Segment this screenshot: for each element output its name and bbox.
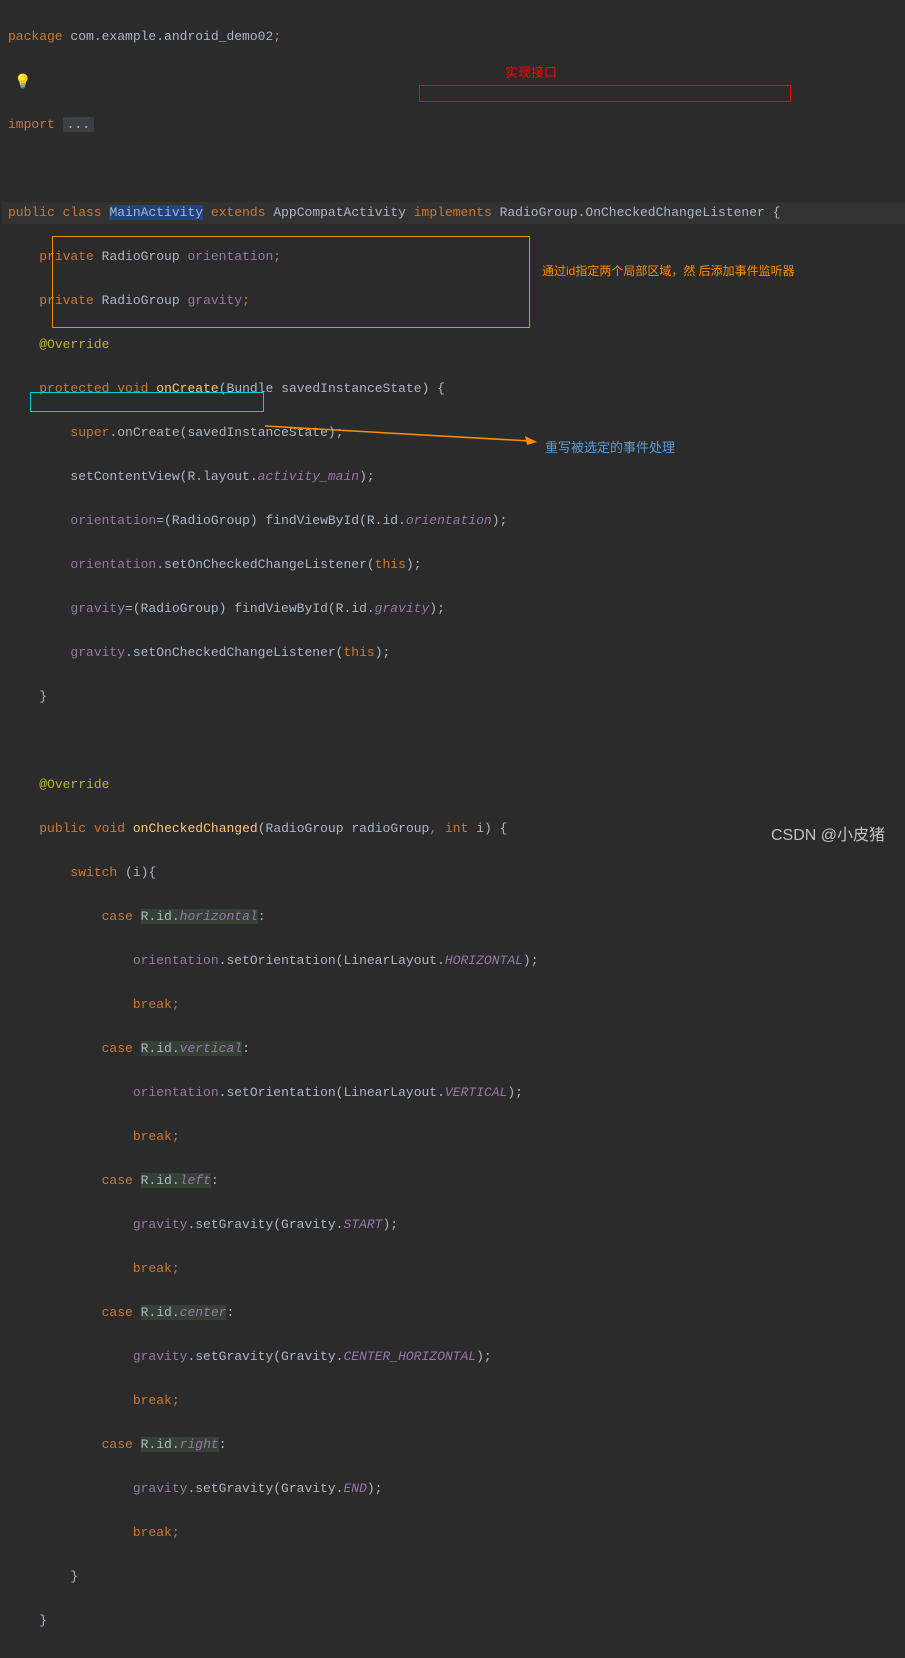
code-line: break; xyxy=(2,1126,905,1148)
annotation-label-blue: 重写被选定的事件处理 xyxy=(545,437,675,459)
fold-marker[interactable]: ... xyxy=(63,117,94,132)
code-line: protected void onCreate(Bundle savedInst… xyxy=(2,378,905,400)
watermark-text: CSDN @小皮猪 xyxy=(771,825,885,847)
code-line: @Override xyxy=(2,334,905,356)
code-line: gravity.setGravity(Gravity.START); xyxy=(2,1214,905,1236)
code-line: private RadioGroup gravity; xyxy=(2,290,905,312)
code-line: public void onCheckedChanged(RadioGroup … xyxy=(2,818,905,840)
code-line: orientation.setOrientation(LinearLayout.… xyxy=(2,950,905,972)
code-line: gravity=(RadioGroup) findViewById(R.id.g… xyxy=(2,598,905,620)
code-line: gravity.setOnCheckedChangeListener(this)… xyxy=(2,642,905,664)
code-line: orientation.setOrientation(LinearLayout.… xyxy=(2,1082,905,1104)
code-line: case R.id.center: xyxy=(2,1302,905,1324)
annotation-label-orange: 通过id指定两个局部区域，然 后添加事件监听器 xyxy=(542,263,795,279)
code-line: case R.id.horizontal: xyxy=(2,906,905,928)
code-line: break; xyxy=(2,1258,905,1280)
code-line: break; xyxy=(2,1522,905,1544)
code-line: case R.id.vertical: xyxy=(2,1038,905,1060)
code-line: super.onCreate(savedInstanceState); xyxy=(2,422,905,444)
code-line: setContentView(R.layout.activity_main); xyxy=(2,466,905,488)
code-line: case R.id.right: xyxy=(2,1434,905,1456)
code-line: public class MainActivity extends AppCom… xyxy=(2,202,905,224)
annotation-label-red: 实现接口 xyxy=(505,62,557,84)
code-line: switch (i){ xyxy=(2,862,905,884)
code-line: break; xyxy=(2,994,905,1016)
code-line: break; xyxy=(2,1390,905,1412)
code-line: } xyxy=(2,1610,905,1632)
code-line: gravity.setGravity(Gravity.END); xyxy=(2,1478,905,1500)
code-editor[interactable]: package com.example.android_demo02; impo… xyxy=(0,0,905,1658)
code-line: import ... xyxy=(2,114,905,136)
code-line: case R.id.left: xyxy=(2,1170,905,1192)
code-line: @Override xyxy=(2,774,905,796)
class-name: MainActivity xyxy=(109,205,203,220)
code-line: } xyxy=(2,686,905,708)
code-line xyxy=(2,730,905,752)
code-line xyxy=(2,70,905,92)
code-line: package com.example.android_demo02; xyxy=(2,26,905,48)
code-line: orientation=(RadioGroup) findViewById(R.… xyxy=(2,510,905,532)
code-line xyxy=(2,158,905,180)
code-line: gravity.setGravity(Gravity.CENTER_HORIZO… xyxy=(2,1346,905,1368)
intention-bulb-icon[interactable]: 💡 xyxy=(14,72,31,94)
code-line: orientation.setOnCheckedChangeListener(t… xyxy=(2,554,905,576)
code-line: } xyxy=(2,1566,905,1588)
